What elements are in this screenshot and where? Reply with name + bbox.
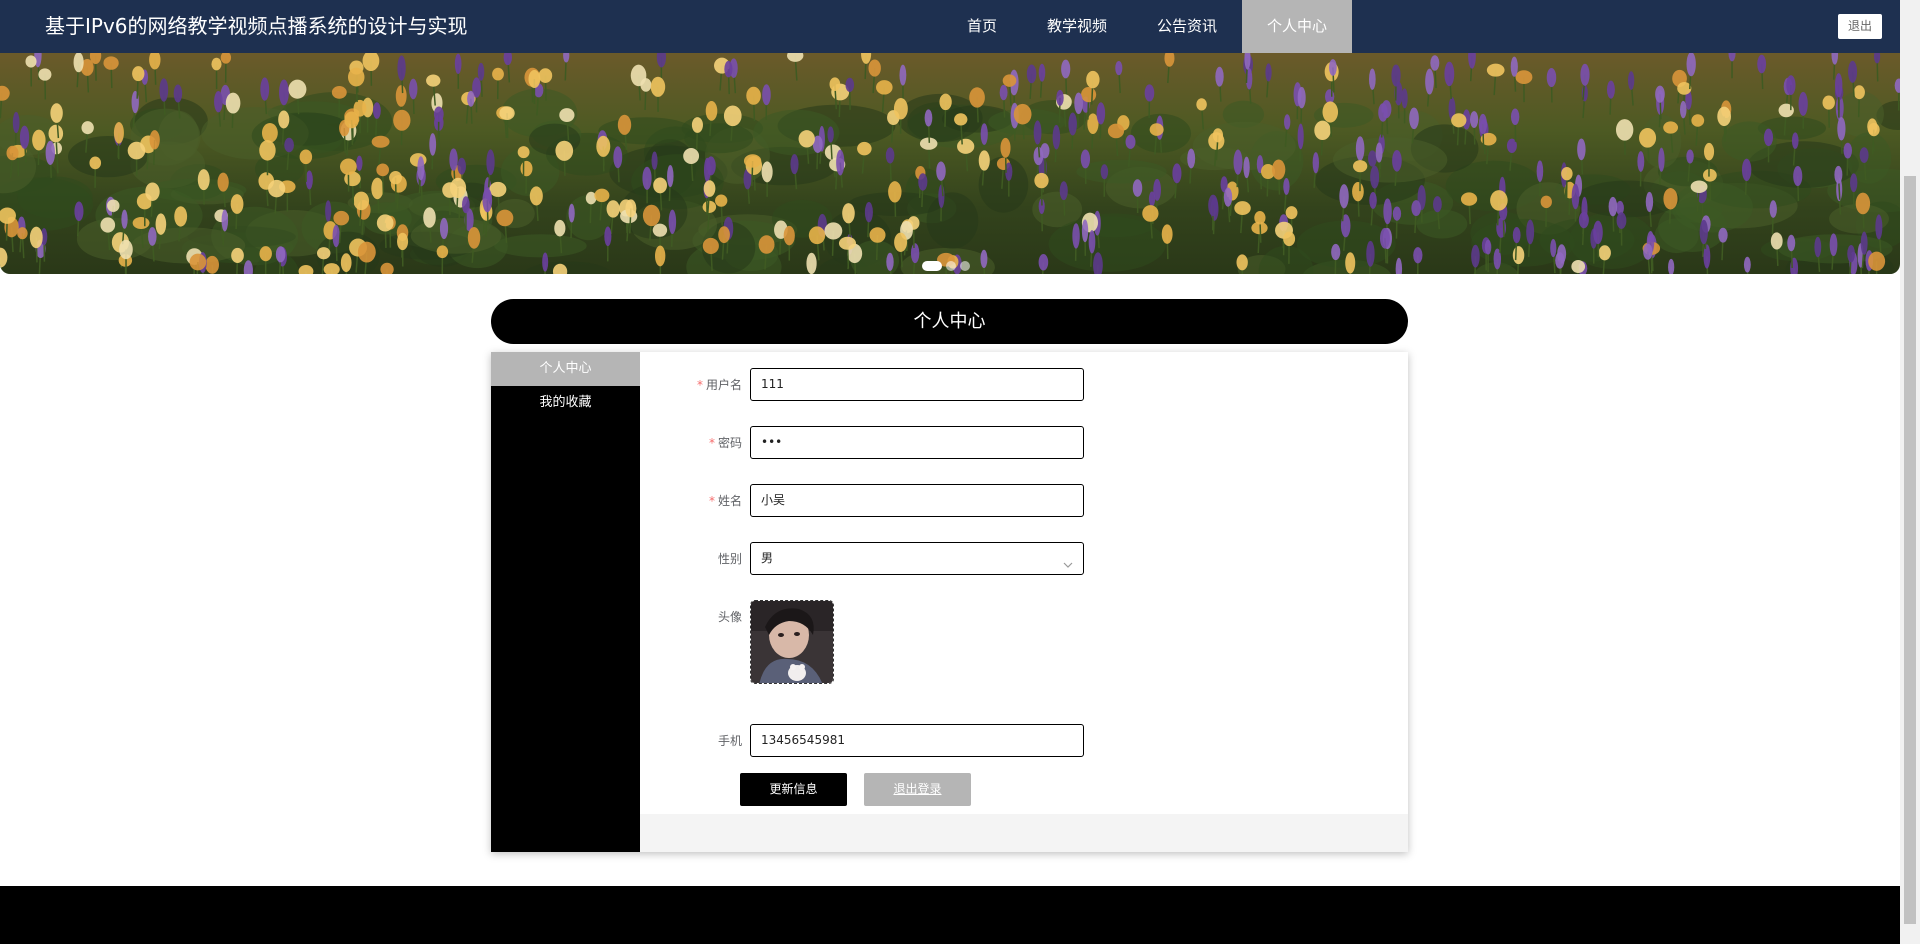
phone-label: 手机 <box>717 734 742 748</box>
name-field[interactable]: 小吴 <box>750 484 1084 517</box>
phone-field[interactable]: 13456545981 <box>750 724 1084 757</box>
sidebar-item-personal-center[interactable]: 个人中心 <box>491 352 640 386</box>
phone-row: 手机 13456545981 <box>640 724 1084 757</box>
avatar-row: 头像 <box>640 600 834 684</box>
username-field[interactable]: 111 <box>750 368 1084 401</box>
password-label: * 密码 <box>708 436 742 450</box>
name-row: * 姓名 小吴 <box>640 484 1084 517</box>
footer <box>0 886 1900 944</box>
update-info-button[interactable]: 更新信息 <box>740 773 847 806</box>
logout-account-button[interactable]: 退出登录 <box>864 773 971 806</box>
nav-home[interactable]: 首页 <box>942 0 1022 53</box>
nav-announcements[interactable]: 公告资讯 <box>1132 0 1242 53</box>
main-nav: 首页 教学视频 公告资讯 个人中心 <box>942 0 1353 53</box>
gender-row: 性别 男 <box>640 542 1084 575</box>
name-label: * 姓名 <box>708 494 742 508</box>
top-header: 基于IPv6的网络教学视频点播系统的设计与实现 首页 教学视频 公告资讯 个人中… <box>0 0 1900 53</box>
site-title: 基于IPv6的网络教学视频点播系统的设计与实现 <box>45 14 468 38</box>
profile-panel: 个人中心 我的收藏 * 用户名 111 * 密码 ••• * 姓名 小吴 性别 男 头… <box>491 352 1408 852</box>
carousel-dot[interactable] <box>922 261 942 271</box>
avatar-upload[interactable] <box>750 600 834 684</box>
nav-personal-center[interactable]: 个人中心 <box>1242 0 1353 53</box>
logout-button[interactable]: 退出 <box>1838 14 1882 39</box>
banner-image <box>0 53 1900 274</box>
gender-select[interactable]: 男 <box>750 542 1084 575</box>
scrollbar-thumb[interactable] <box>1904 176 1916 924</box>
avatar-image <box>751 601 833 683</box>
username-row: * 用户名 111 <box>640 368 1084 401</box>
required-mark: * <box>708 494 715 508</box>
username-label: * 用户名 <box>696 378 742 392</box>
carousel-indicators <box>922 261 970 271</box>
avatar-label: 头像 <box>717 610 742 624</box>
carousel-dot[interactable] <box>946 261 956 271</box>
gender-label: 性别 <box>717 552 742 566</box>
password-field[interactable]: ••• <box>750 426 1084 459</box>
sidebar-item-my-favorites[interactable]: 我的收藏 <box>491 386 640 420</box>
section-title: 个人中心 <box>491 299 1408 344</box>
banner-carousel <box>0 53 1900 274</box>
password-row: * 密码 ••• <box>640 426 1084 459</box>
carousel-dot[interactable] <box>960 261 970 271</box>
page-scrollbar[interactable] <box>1900 0 1920 944</box>
nav-teaching-videos[interactable]: 教学视频 <box>1022 0 1132 53</box>
gender-value: 男 <box>761 551 774 565</box>
required-mark: * <box>696 378 703 392</box>
chevron-down-icon <box>1063 552 1073 583</box>
required-mark: * <box>708 436 715 450</box>
profile-form: * 用户名 111 * 密码 ••• * 姓名 小吴 性别 男 头像 手机 13… <box>640 352 1408 814</box>
sidebar: 个人中心 我的收藏 <box>491 352 640 852</box>
